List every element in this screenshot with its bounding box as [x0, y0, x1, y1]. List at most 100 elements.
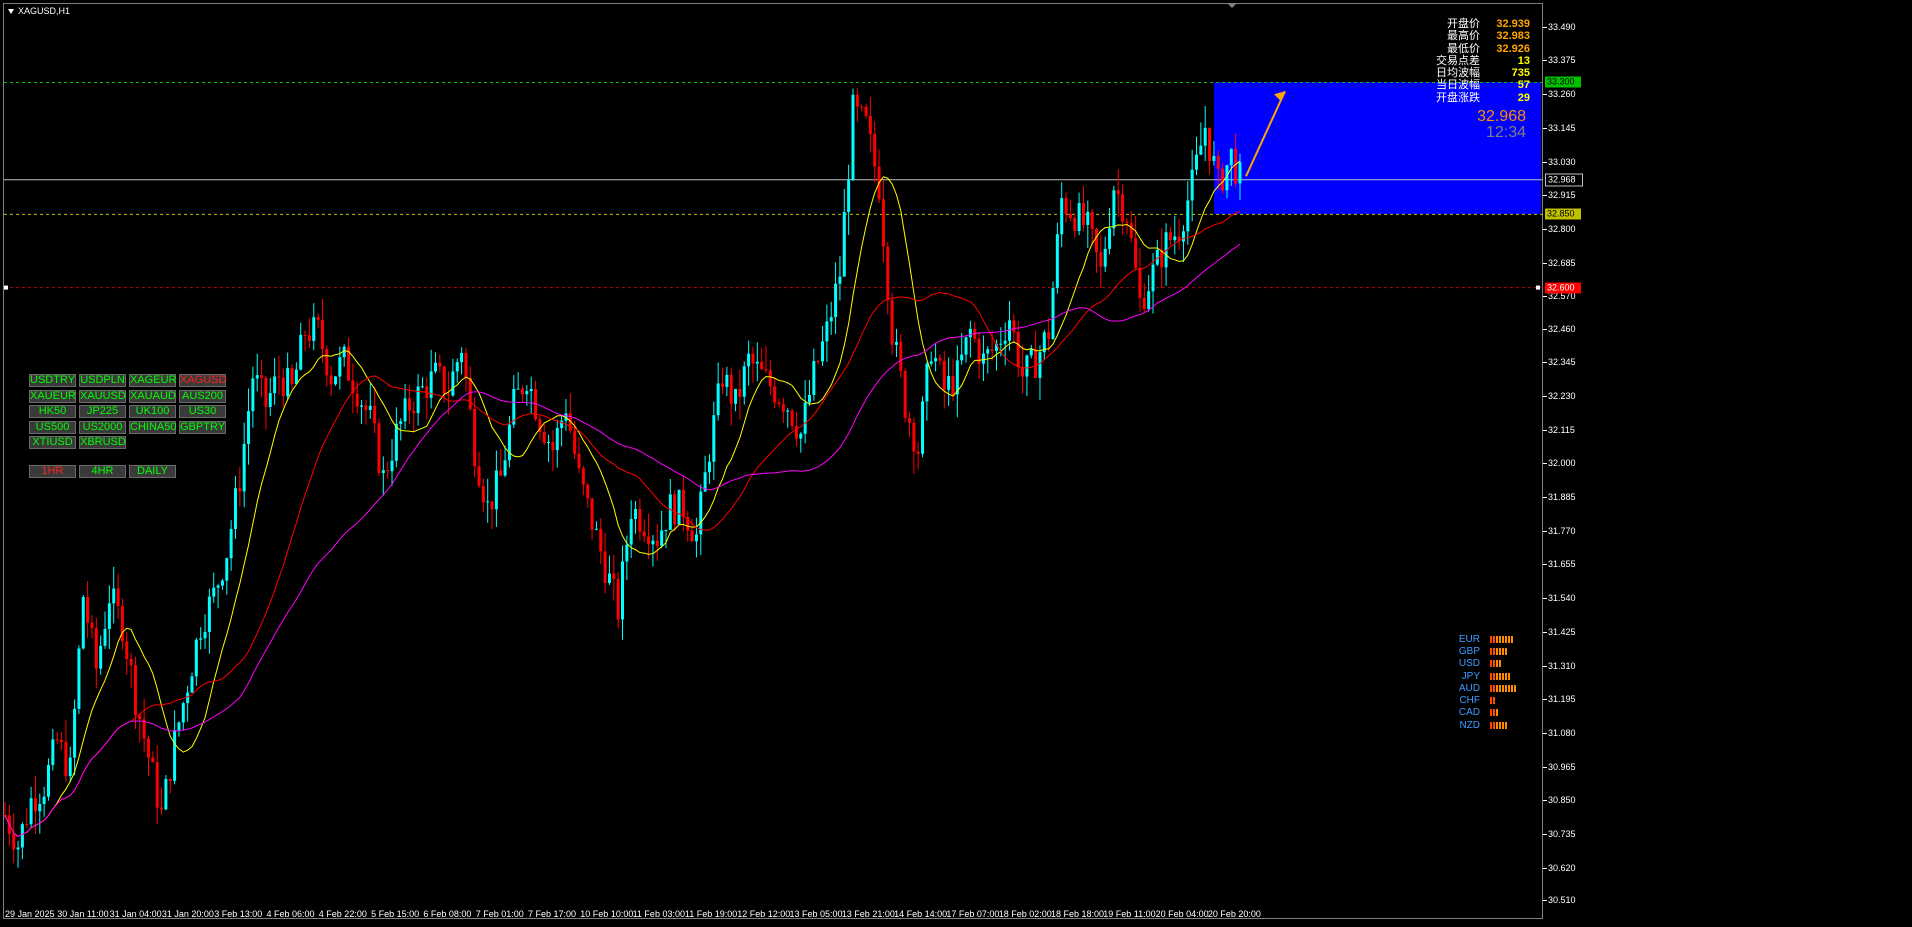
candle-body[interactable] [294, 369, 298, 384]
symbol-button-xauaud[interactable]: XAUAUD [129, 389, 176, 403]
candle-body[interactable] [812, 361, 816, 395]
candle-body[interactable] [438, 362, 442, 367]
candle-body[interactable] [251, 378, 255, 412]
symbol-button-jp225[interactable]: JP225 [79, 405, 126, 418]
symbol-button-xbrusd[interactable]: XBRUSD [79, 436, 126, 449]
candle-body[interactable] [834, 283, 838, 318]
candle-body[interactable] [573, 430, 577, 454]
candle-body[interactable] [1029, 349, 1033, 356]
candle-body[interactable] [1012, 320, 1016, 333]
candle-body[interactable] [621, 561, 624, 620]
candle-body[interactable] [420, 386, 424, 388]
candle-body[interactable] [960, 354, 964, 361]
candle-body[interactable] [990, 349, 994, 351]
candle-body[interactable] [934, 358, 938, 362]
candle-body[interactable] [1125, 221, 1129, 224]
candle-body[interactable] [625, 544, 629, 562]
candle-body[interactable] [768, 370, 772, 387]
candle-body[interactable] [20, 824, 24, 848]
candle-body[interactable] [1238, 162, 1242, 184]
candle-body[interactable] [99, 645, 103, 669]
candle-body[interactable] [103, 628, 107, 646]
candle-body[interactable] [1003, 340, 1007, 344]
candle-body[interactable] [1168, 232, 1172, 241]
candle-body[interactable] [333, 376, 337, 385]
candle-body[interactable] [864, 106, 868, 116]
candle-body[interactable] [894, 341, 898, 345]
candle-body[interactable] [660, 530, 664, 546]
candle-body[interactable] [512, 389, 516, 425]
candle-body[interactable] [547, 442, 551, 444]
candle-body[interactable] [999, 343, 1003, 345]
candle-body[interactable] [851, 94, 855, 180]
candle-body[interactable] [677, 489, 681, 525]
candle-body[interactable] [455, 362, 459, 372]
candle-body[interactable] [16, 847, 20, 850]
candle-body[interactable] [151, 757, 155, 763]
candle-body[interactable] [855, 94, 859, 107]
candle-body[interactable] [1060, 198, 1064, 235]
candle-body[interactable] [1212, 155, 1216, 161]
candle-body[interactable] [86, 597, 90, 623]
candle-body[interactable] [60, 740, 64, 742]
candle-body[interactable] [199, 638, 203, 640]
candle-body[interactable] [55, 739, 59, 741]
candle-body[interactable] [203, 632, 207, 639]
candle-body[interactable] [1047, 332, 1051, 339]
candle-body[interactable] [794, 425, 798, 439]
candle-body[interactable] [368, 405, 372, 410]
candle-body[interactable] [542, 431, 546, 443]
candle-body[interactable] [442, 366, 446, 395]
candle-body[interactable] [847, 179, 851, 212]
candle-body[interactable] [494, 470, 498, 510]
candle-body[interactable] [951, 375, 955, 395]
candle-body[interactable] [129, 658, 133, 666]
candle-body[interactable] [734, 388, 738, 404]
candle-body[interactable] [486, 501, 490, 503]
candle-body[interactable] [964, 337, 968, 355]
candle-body[interactable] [799, 433, 803, 439]
candle-body[interactable] [586, 484, 590, 499]
shift-marker-icon[interactable] [1228, 4, 1236, 8]
candle-body[interactable] [194, 639, 198, 677]
candle-body[interactable] [138, 715, 142, 720]
candle-body[interactable] [751, 353, 755, 364]
price-plot[interactable] [0, 0, 1912, 927]
candle-body[interactable] [329, 375, 333, 385]
projection-arrow[interactable] [1245, 90, 1286, 177]
candle-body[interactable] [903, 371, 907, 419]
candle-body[interactable] [1195, 154, 1199, 170]
symbol-button-us500[interactable]: US500 [29, 420, 76, 434]
symbol-button-usdpln[interactable]: USDPLN [79, 374, 126, 387]
symbol-button-aus200[interactable]: AUS200 [179, 389, 226, 403]
candle-body[interactable] [760, 361, 764, 369]
candle-body[interactable] [612, 573, 616, 579]
candle-body[interactable] [1034, 349, 1038, 378]
candle-body[interactable] [1081, 203, 1085, 225]
candle-body[interactable] [647, 536, 651, 545]
candle-body[interactable] [364, 405, 368, 410]
candle-body[interactable] [403, 398, 407, 422]
candle-body[interactable] [90, 622, 94, 629]
candle-body[interactable] [468, 377, 472, 409]
candle-body[interactable] [738, 388, 742, 397]
candle-body[interactable] [529, 388, 533, 392]
candle-body[interactable] [1129, 223, 1133, 239]
candle-body[interactable] [490, 501, 494, 510]
candle-body[interactable] [381, 470, 385, 474]
candle-body[interactable] [1121, 194, 1125, 222]
timeframe-button-1hr[interactable]: 1HR [29, 465, 76, 478]
candle-body[interactable] [712, 415, 716, 462]
candle-body[interactable] [81, 597, 85, 649]
candle-body[interactable] [942, 360, 946, 390]
candle-body[interactable] [233, 488, 237, 530]
candle-body[interactable] [599, 528, 603, 552]
candle-body[interactable] [177, 722, 181, 731]
candle-body[interactable] [968, 328, 972, 338]
candle-body[interactable] [681, 489, 685, 517]
candle-body[interactable] [312, 317, 316, 341]
candle-body[interactable] [186, 692, 190, 704]
candle-body[interactable] [520, 388, 524, 395]
candle-body[interactable] [825, 321, 829, 342]
candle-body[interactable] [477, 466, 481, 486]
